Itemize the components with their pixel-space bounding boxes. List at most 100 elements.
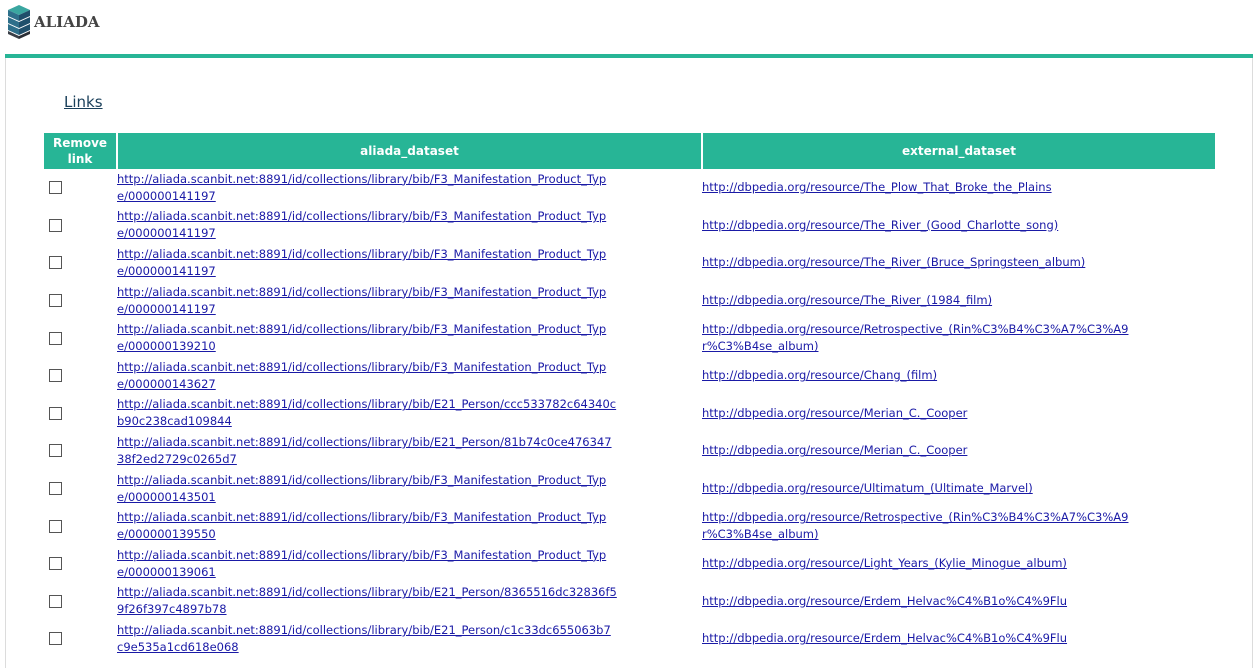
remove-link-checkbox[interactable] <box>49 444 62 458</box>
external-dataset-cell: http://dbpedia.org/resource/Retrospectiv… <box>702 507 1215 545</box>
external-dataset-link[interactable]: http://dbpedia.org/resource/Ultimatum_(U… <box>702 480 1132 497</box>
remove-link-cell <box>44 282 117 320</box>
remove-link-checkbox[interactable] <box>49 218 62 232</box>
external-dataset-cell: http://dbpedia.org/resource/Ultimatum_(U… <box>702 470 1215 508</box>
aliada-dataset-cell: http://aliada.scanbit.net:8891/id/collec… <box>117 620 702 658</box>
table-row: http://aliada.scanbit.net:8891/id/collec… <box>44 432 1215 470</box>
aliada-dataset-cell: http://aliada.scanbit.net:8891/id/collec… <box>117 470 702 508</box>
aliada-dataset-link[interactable]: http://aliada.scanbit.net:8891/id/collec… <box>117 584 617 618</box>
external-dataset-cell: http://dbpedia.org/resource/Merian_C._Co… <box>702 395 1215 433</box>
external-dataset-cell: http://dbpedia.org/resource/Chang_(film) <box>702 357 1215 395</box>
aliada-dataset-cell: http://aliada.scanbit.net:8891/id/collec… <box>117 319 702 357</box>
external-dataset-cell: http://dbpedia.org/resource/Erdem_Helvac… <box>702 620 1215 658</box>
aliada-dataset-link[interactable]: http://aliada.scanbit.net:8891/id/collec… <box>117 472 617 506</box>
column-header-remove-link: Remove link <box>44 133 118 169</box>
table-row: http://aliada.scanbit.net:8891/id/collec… <box>44 620 1215 658</box>
page-title: Links <box>64 93 103 111</box>
external-dataset-link[interactable]: http://dbpedia.org/resource/The_River_(B… <box>702 254 1132 271</box>
table-row: http://aliada.scanbit.net:8891/id/collec… <box>44 169 1215 207</box>
table-row: http://aliada.scanbit.net:8891/id/collec… <box>44 207 1215 245</box>
aliada-dataset-link[interactable]: http://aliada.scanbit.net:8891/id/collec… <box>117 208 617 242</box>
table-row: http://aliada.scanbit.net:8891/id/collec… <box>44 357 1215 395</box>
aliada-dataset-cell: http://aliada.scanbit.net:8891/id/collec… <box>117 545 702 583</box>
aliada-dataset-link[interactable]: http://aliada.scanbit.net:8891/id/collec… <box>117 396 617 430</box>
remove-link-checkbox[interactable] <box>49 256 62 270</box>
external-dataset-link[interactable]: http://dbpedia.org/resource/Retrospectiv… <box>702 321 1132 355</box>
external-dataset-link[interactable]: http://dbpedia.org/resource/Chang_(film) <box>702 367 1132 384</box>
external-dataset-link[interactable]: http://dbpedia.org/resource/Merian_C._Co… <box>702 442 1132 459</box>
remove-link-checkbox[interactable] <box>49 557 62 571</box>
aliada-dataset-cell: http://aliada.scanbit.net:8891/id/collec… <box>117 583 702 621</box>
remove-link-checkbox[interactable] <box>49 294 62 308</box>
remove-link-cell <box>44 244 117 282</box>
external-dataset-cell: http://dbpedia.org/resource/The_River_(1… <box>702 282 1215 320</box>
table-row: http://aliada.scanbit.net:8891/id/collec… <box>44 470 1215 508</box>
external-dataset-link[interactable]: http://dbpedia.org/resource/Merian_C._Co… <box>702 405 1132 422</box>
external-dataset-link[interactable]: http://dbpedia.org/resource/Erdem_Helvac… <box>702 593 1132 610</box>
external-dataset-cell: http://dbpedia.org/resource/Retrospectiv… <box>702 319 1215 357</box>
aliada-logo[interactable]: ALIADA <box>6 4 100 40</box>
aliada-dataset-link[interactable]: http://aliada.scanbit.net:8891/id/collec… <box>117 359 617 393</box>
aliada-dataset-cell: http://aliada.scanbit.net:8891/id/collec… <box>117 207 702 245</box>
remove-link-checkbox[interactable] <box>49 369 62 383</box>
external-dataset-cell: http://dbpedia.org/resource/The_River_(G… <box>702 207 1215 245</box>
external-dataset-cell: http://dbpedia.org/resource/Light_Years_… <box>702 545 1215 583</box>
column-header-aliada-dataset: aliada_dataset <box>117 133 703 169</box>
aliada-dataset-link[interactable]: http://aliada.scanbit.net:8891/id/collec… <box>117 246 617 280</box>
remove-link-checkbox[interactable] <box>49 331 62 345</box>
aliada-dataset-link[interactable]: http://aliada.scanbit.net:8891/id/collec… <box>117 321 617 355</box>
aliada-dataset-cell: http://aliada.scanbit.net:8891/id/collec… <box>117 507 702 545</box>
aliada-dataset-link[interactable]: http://aliada.scanbit.net:8891/id/collec… <box>117 622 617 656</box>
column-header-external-dataset: external_dataset <box>702 133 1215 169</box>
aliada-dataset-link[interactable]: http://aliada.scanbit.net:8891/id/collec… <box>117 171 617 205</box>
remove-link-cell <box>44 207 117 245</box>
remove-link-cell <box>44 470 117 508</box>
remove-link-cell <box>44 545 117 583</box>
remove-link-cell <box>44 357 117 395</box>
table-header-row: Remove link aliada_dataset external_data… <box>44 133 1215 169</box>
aliada-dataset-cell: http://aliada.scanbit.net:8891/id/collec… <box>117 244 702 282</box>
aliada-dataset-link[interactable]: http://aliada.scanbit.net:8891/id/collec… <box>117 284 617 318</box>
external-dataset-link[interactable]: http://dbpedia.org/resource/Retrospectiv… <box>702 509 1132 543</box>
external-dataset-cell: http://dbpedia.org/resource/The_Plow_Tha… <box>702 169 1215 207</box>
external-dataset-link[interactable]: http://dbpedia.org/resource/The_River_(G… <box>702 217 1132 234</box>
remove-link-cell <box>44 620 117 658</box>
remove-link-cell <box>44 507 117 545</box>
aliada-dataset-link[interactable]: http://aliada.scanbit.net:8891/id/collec… <box>117 434 617 468</box>
external-dataset-cell: http://dbpedia.org/resource/The_River_(B… <box>702 244 1215 282</box>
external-dataset-cell: http://dbpedia.org/resource/Erdem_Helvac… <box>702 583 1215 621</box>
remove-link-cell <box>44 169 117 207</box>
table-row: http://aliada.scanbit.net:8891/id/collec… <box>44 282 1215 320</box>
links-table: Remove link aliada_dataset external_data… <box>44 133 1215 658</box>
external-dataset-link[interactable]: http://dbpedia.org/resource/Light_Years_… <box>702 555 1132 572</box>
remove-link-cell <box>44 583 117 621</box>
table-row: http://aliada.scanbit.net:8891/id/collec… <box>44 319 1215 357</box>
table-row: http://aliada.scanbit.net:8891/id/collec… <box>44 583 1215 621</box>
aliada-dataset-link[interactable]: http://aliada.scanbit.net:8891/id/collec… <box>117 509 617 543</box>
aliada-dataset-cell: http://aliada.scanbit.net:8891/id/collec… <box>117 432 702 470</box>
remove-link-cell <box>44 432 117 470</box>
aliada-dataset-cell: http://aliada.scanbit.net:8891/id/collec… <box>117 282 702 320</box>
remove-link-cell <box>44 319 117 357</box>
remove-link-checkbox[interactable] <box>49 632 62 646</box>
remove-link-checkbox[interactable] <box>49 519 62 533</box>
remove-link-checkbox[interactable] <box>49 406 62 420</box>
aliada-dataset-cell: http://aliada.scanbit.net:8891/id/collec… <box>117 395 702 433</box>
brand-name: ALIADA <box>34 13 100 31</box>
remove-link-checkbox[interactable] <box>49 594 62 608</box>
remove-link-cell <box>44 395 117 433</box>
table-row: http://aliada.scanbit.net:8891/id/collec… <box>44 507 1215 545</box>
aliada-logo-icon <box>8 5 30 39</box>
table-row: http://aliada.scanbit.net:8891/id/collec… <box>44 244 1215 282</box>
aliada-dataset-cell: http://aliada.scanbit.net:8891/id/collec… <box>117 357 702 395</box>
aliada-dataset-link[interactable]: http://aliada.scanbit.net:8891/id/collec… <box>117 547 617 581</box>
table-row: http://aliada.scanbit.net:8891/id/collec… <box>44 545 1215 583</box>
aliada-dataset-cell: http://aliada.scanbit.net:8891/id/collec… <box>117 169 702 207</box>
external-dataset-link[interactable]: http://dbpedia.org/resource/The_Plow_Tha… <box>702 179 1132 196</box>
remove-link-checkbox[interactable] <box>49 181 62 195</box>
table-row: http://aliada.scanbit.net:8891/id/collec… <box>44 395 1215 433</box>
external-dataset-link[interactable]: http://dbpedia.org/resource/The_River_(1… <box>702 292 1132 309</box>
remove-link-checkbox[interactable] <box>49 482 62 496</box>
external-dataset-link[interactable]: http://dbpedia.org/resource/Erdem_Helvac… <box>702 630 1132 647</box>
external-dataset-cell: http://dbpedia.org/resource/Merian_C._Co… <box>702 432 1215 470</box>
